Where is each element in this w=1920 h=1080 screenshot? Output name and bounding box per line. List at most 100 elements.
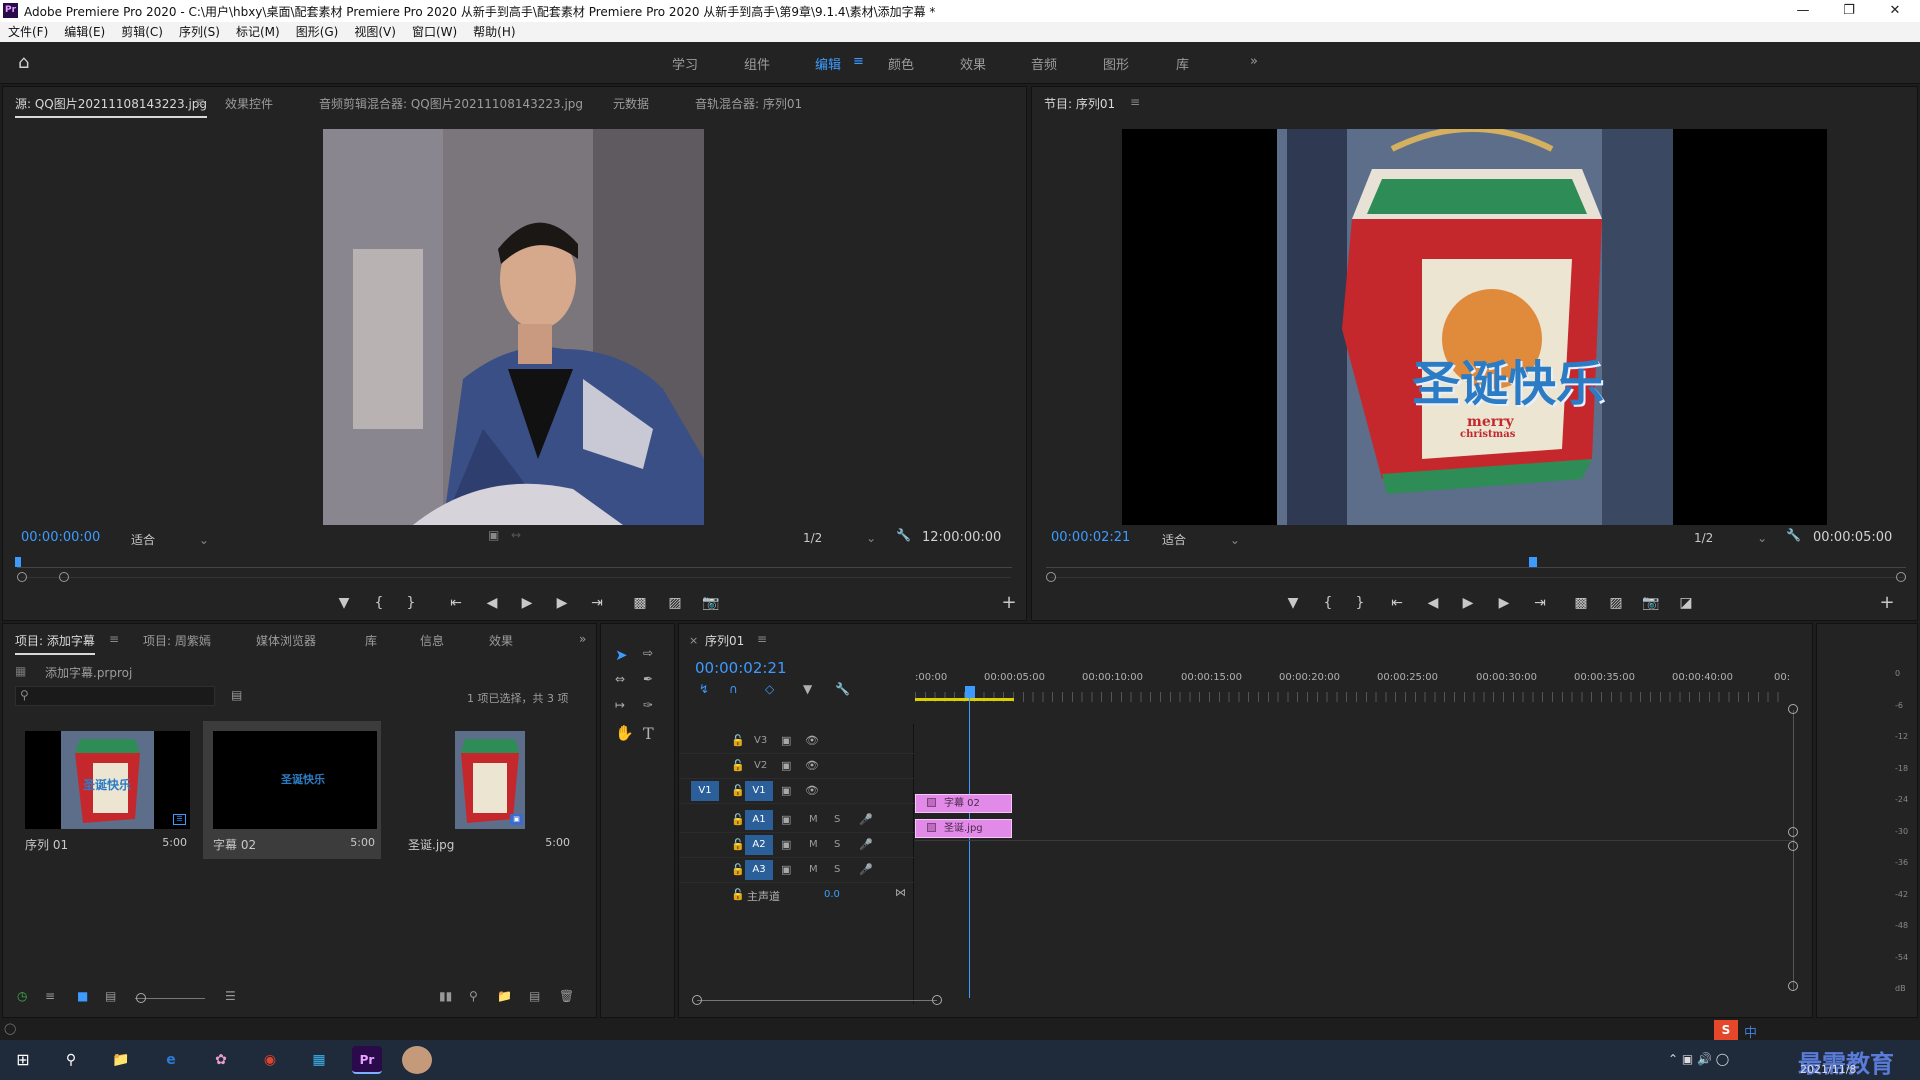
sort-icon[interactable]: ☰ [225,989,236,1003]
menu-window[interactable]: 窗口(W) [404,22,465,42]
tab-source[interactable]: 源: QQ图片20211108143223.jpg [15,95,208,118]
source-patch-v1[interactable]: V1 [691,781,719,801]
mute-button[interactable]: M [809,839,818,850]
source-resolution-dropdown[interactable]: 1/2 [803,531,876,545]
panel-menu-icon[interactable]: ≡ [195,95,205,109]
sync-lock-icon[interactable]: ▣ [781,784,791,797]
find-icon[interactable]: ⚲ [469,989,478,1003]
ws-tab-libraries[interactable]: 库 [1176,54,1189,73]
slip-tool-icon[interactable]: ↦ [615,698,625,712]
tab-effects[interactable]: 效果 [489,632,513,649]
menu-sequence[interactable]: 序列(S) [171,22,228,42]
tab-libraries[interactable]: 库 [365,632,377,649]
new-bin-icon[interactable]: 📁 [497,989,512,1003]
snap-icon[interactable]: ∩ [729,682,738,696]
program-menu-icon[interactable]: ≡ [1130,95,1140,109]
track-select-tool-icon[interactable]: ⇨ [643,646,653,660]
timeline-marker-icon[interactable]: ▼ [803,682,812,696]
tab-sequence[interactable]: 序列01 [705,632,744,653]
v-scroll-handle-audio[interactable] [1788,841,1798,851]
premiere-taskbar-icon[interactable]: Pr [352,1046,382,1074]
program-zoom-bar[interactable] [1050,577,1905,578]
sync-lock-icon[interactable]: ▣ [781,759,791,772]
program-play-icon[interactable]: ▶ [1457,592,1479,614]
step-back-icon[interactable]: ◀ [481,592,503,614]
menu-file[interactable]: 文件(F) [0,22,56,42]
program-zoom-handle-left[interactable] [1046,572,1056,582]
type-tool-icon[interactable]: T [643,724,654,743]
pen-tool-icon[interactable]: ✑ [643,698,653,712]
ws-tab-assembly[interactable]: 组件 [744,54,770,73]
program-timecode[interactable]: 00:00:02:21 [1051,530,1130,545]
sogou-ime-icon[interactable]: S [1714,1020,1738,1040]
track-lock-icon[interactable]: 🔓 [731,838,745,851]
menu-help[interactable]: 帮助(H) [465,22,523,42]
ws-tab-learn[interactable]: 学习 [672,54,698,73]
toggle-output-eye-icon[interactable]: 👁 [805,734,819,747]
project-search-input[interactable]: ⚲ [15,686,215,706]
program-fit-dropdown[interactable]: 适合 [1162,531,1240,548]
windows-start-icon[interactable]: ⊞ [8,1046,38,1074]
program-zoom-handle-right[interactable] [1896,572,1906,582]
track-lock-icon[interactable]: 🔓 [731,813,745,826]
h-scroll-handle-right[interactable] [932,995,942,1005]
store-icon[interactable]: ▦ [304,1046,334,1074]
program-go-to-in-icon[interactable]: ⇤ [1386,592,1408,614]
ime-mode[interactable]: 中 [1744,1022,1757,1041]
program-go-to-out-icon[interactable]: ⇥ [1529,592,1551,614]
sync-lock-icon[interactable]: ▣ [781,734,791,747]
voiceover-mic-icon[interactable]: 🎤 [859,863,873,876]
tab-audio-track-mixer[interactable]: 音轨混合器: 序列01 [695,95,802,112]
solo-button[interactable]: S [834,864,840,875]
nest-icon[interactable]: ↯ [699,682,709,696]
v-scroll-handle-mid[interactable] [1788,827,1798,837]
project-item-sequence[interactable]: 圣诞快乐 ☰ 序列 01 5:00 [15,721,193,859]
tab-project-zhou[interactable]: 项目: 周紫嫣 [143,632,211,649]
minimize-button[interactable]: — [1780,0,1826,22]
ws-tab-editing[interactable]: 编辑 [815,54,841,73]
program-mark-out-icon[interactable]: } [1349,592,1371,614]
program-add-marker-icon[interactable]: ▼ [1282,592,1304,614]
tab-info[interactable]: 信息 [420,632,444,649]
new-item-icon[interactable]: ▤ [529,989,540,1003]
voiceover-mic-icon[interactable]: 🎤 [859,813,873,826]
mark-out-icon[interactable]: } [400,592,422,614]
program-time-ruler[interactable] [1046,567,1906,568]
list-view-icon[interactable]: ≡ [45,989,55,1003]
program-button-editor-icon[interactable]: + [1876,592,1898,614]
go-to-in-icon[interactable]: ⇤ [445,592,467,614]
ws-tab-graphics[interactable]: 图形 [1103,54,1129,73]
project-item-image[interactable]: ▣ 圣诞.jpg 5:00 [398,721,576,859]
track-lock-icon[interactable]: 🔓 [731,888,745,901]
go-to-end-icon[interactable]: ⋈ [895,886,906,899]
track-target-a2[interactable]: A2 [745,835,773,855]
step-forward-icon[interactable]: ▶ [551,592,573,614]
source-fit-dropdown[interactable]: 适合 [131,531,209,548]
drag-audio-icon[interactable]: ↔ [511,528,521,542]
timeline-timecode[interactable]: 00:00:02:21 [695,659,787,677]
razor-tool-icon[interactable]: ✒ [643,672,653,686]
avatar-app-icon[interactable] [402,1046,432,1074]
taskbar-search-icon[interactable]: ⚲ [56,1046,86,1074]
solo-button[interactable]: S [834,839,840,850]
sync-lock-icon[interactable]: ▣ [781,863,791,876]
timeline-menu-icon[interactable]: ≡ [757,632,767,646]
timeline-settings-icon[interactable]: 🔧 [835,682,850,696]
more-panels-icon[interactable]: » [579,632,586,646]
track-lock-icon[interactable]: 🔓 [731,759,745,772]
ripple-edit-tool-icon[interactable]: ⇔ [615,672,625,686]
solo-button[interactable]: S [834,814,840,825]
menu-graphics[interactable]: 图形(G) [288,22,347,42]
h-scroll-handle-left[interactable] [692,995,702,1005]
work-area-bar[interactable] [915,698,1014,701]
menu-view[interactable]: 视图(V) [346,22,404,42]
tab-audio-clip-mixer[interactable]: 音频剪辑混合器: QQ图片20211108143223.jpg [319,95,583,112]
timeline-ruler-ticks[interactable] [915,692,1780,702]
lock-icon[interactable]: ◷ [17,989,27,1003]
source-zoom-handle-left[interactable] [17,572,27,582]
play-icon[interactable]: ▶ [516,592,538,614]
app-icon-paint[interactable]: ✿ [206,1046,236,1074]
toggle-output-eye-icon[interactable]: 👁 [805,759,819,772]
track-target-a3[interactable]: A3 [745,860,773,880]
track-lock-icon[interactable]: 🔓 [731,863,745,876]
